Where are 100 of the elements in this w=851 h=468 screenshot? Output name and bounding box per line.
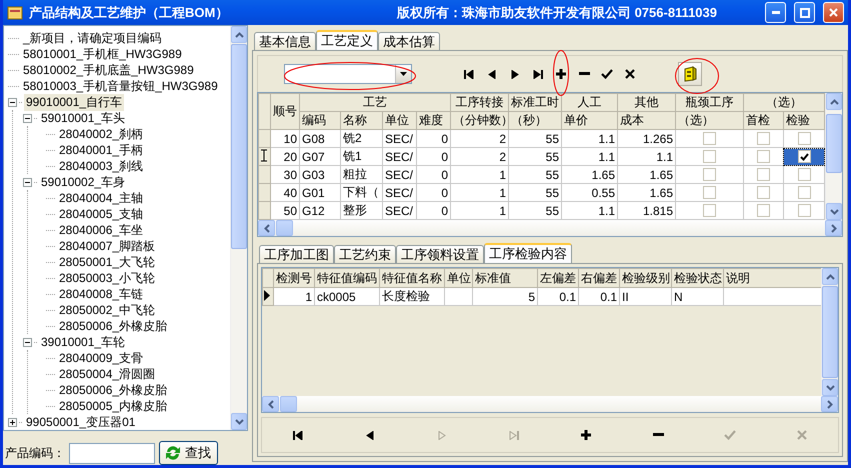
tab[interactable]: 工序领料设置 xyxy=(396,245,484,263)
tab[interactable]: 成本估算 xyxy=(378,32,440,50)
tree-item[interactable]: 28050006_外橡皮胎 xyxy=(57,318,170,334)
checkbox[interactable] xyxy=(798,204,810,217)
annotation-ellipse xyxy=(675,58,719,94)
table-cell: 1 xyxy=(450,184,508,202)
checkbox[interactable] xyxy=(798,168,810,181)
table-cell: 0 xyxy=(416,130,450,148)
scrollbar-thumb[interactable] xyxy=(276,220,293,236)
table-cell: N xyxy=(672,288,724,306)
table-cell: 整形 xyxy=(340,202,382,220)
first-record-icon xyxy=(293,430,303,440)
table-cell: 0 xyxy=(416,184,450,202)
current-row-icon xyxy=(263,290,271,300)
tree-item[interactable]: 28040002_刹柄 xyxy=(57,126,146,142)
product-code-field[interactable] xyxy=(69,442,155,464)
checkbox[interactable] xyxy=(703,204,716,217)
refresh-icon xyxy=(164,444,182,462)
vertical-scrollbar[interactable] xyxy=(825,93,842,220)
table-cell: G03 xyxy=(300,166,340,184)
table-cell: 40 xyxy=(270,184,300,202)
tab[interactable]: 基本信息 xyxy=(254,32,316,50)
find-button[interactable]: 查找 xyxy=(159,441,218,465)
tree-item[interactable]: 58010001_手机框_HW3G989 xyxy=(21,46,184,62)
tree-item[interactable]: 99010001_自行车 xyxy=(24,94,124,110)
confirm-icon xyxy=(724,430,736,440)
tree-item[interactable]: 28050002_中飞轮 xyxy=(57,302,158,318)
table-cell: 50 xyxy=(270,202,300,220)
checkbox[interactable] xyxy=(757,186,770,199)
horizontal-scrollbar[interactable] xyxy=(262,396,838,412)
scrollbar-thumb[interactable] xyxy=(280,396,297,412)
cancel-icon xyxy=(625,69,635,79)
annotation-ellipse xyxy=(553,50,569,96)
tree-item[interactable]: 28040004_主轴 xyxy=(57,190,146,206)
tree-item[interactable]: 28050003_小飞轮 xyxy=(57,270,158,286)
row-header[interactable] xyxy=(258,148,270,166)
table-cell: 0 xyxy=(416,166,450,184)
checkbox[interactable] xyxy=(757,168,770,181)
tree-item[interactable]: 28040003_刹线 xyxy=(57,158,146,174)
tree-item[interactable]: 28050006_外橡皮胎 xyxy=(57,382,170,398)
tree-item[interactable]: _新项目，请确定项目编码 xyxy=(21,30,164,46)
cabinet-button[interactable] xyxy=(678,62,702,86)
checkbox[interactable] xyxy=(703,150,716,163)
checkbox[interactable] xyxy=(798,186,810,199)
column-header: （选） xyxy=(676,112,744,130)
dropdown[interactable] xyxy=(284,64,412,84)
collapse-icon[interactable] xyxy=(23,178,32,186)
tree-item[interactable]: 28040008_车链 xyxy=(57,286,146,302)
collapse-icon[interactable] xyxy=(8,98,17,106)
tree-item[interactable]: 28040009_支骨 xyxy=(57,350,146,366)
checkbox[interactable] xyxy=(798,132,810,145)
checkbox[interactable] xyxy=(757,132,770,145)
tree-item[interactable]: 28040001_手柄 xyxy=(57,142,146,158)
checkbox[interactable] xyxy=(703,132,716,145)
tree-item[interactable]: 59010001_车头 xyxy=(39,110,128,126)
table-cell: ck0005 xyxy=(314,288,380,306)
table-cell: SEC/ xyxy=(382,202,416,220)
copyright-text: 版权所有：珠海市助友软件开发有限公司 0756-8111039 xyxy=(396,4,717,22)
checkbox[interactable] xyxy=(757,204,770,217)
checkbox[interactable] xyxy=(703,168,716,181)
tree-item[interactable]: 58010003_手机音量按钮_HW3G989 xyxy=(21,78,220,94)
tab[interactable]: 工序检验内容 xyxy=(484,243,572,263)
tab[interactable]: 工艺定义 xyxy=(316,30,378,50)
tree-item[interactable]: 28050004_滑圆圈 xyxy=(57,366,158,382)
tree-item[interactable]: 28050001_大飞轮 xyxy=(57,254,158,270)
tree-item[interactable]: 28050005_内橡皮胎 xyxy=(57,398,170,414)
table-cell: 10 xyxy=(270,130,300,148)
checkbox[interactable] xyxy=(798,150,810,163)
horizontal-scrollbar[interactable] xyxy=(258,220,842,236)
expand-icon[interactable] xyxy=(8,418,17,426)
vertical-scrollbar[interactable] xyxy=(230,26,247,430)
table-cell: G07 xyxy=(300,148,340,166)
tree-item[interactable]: 28040007_脚踏板 xyxy=(57,238,158,254)
collapse-icon[interactable] xyxy=(23,114,32,122)
tree-item[interactable]: 39010001_车轮 xyxy=(39,334,128,350)
close-button[interactable] xyxy=(823,2,844,23)
checkbox[interactable] xyxy=(703,186,716,199)
tree-item[interactable]: 28040006_车坐 xyxy=(57,222,146,238)
column-header: 其他 xyxy=(618,94,676,112)
column-header: 右偏差 xyxy=(578,268,620,288)
collapse-icon[interactable] xyxy=(23,338,32,346)
previous-icon xyxy=(488,70,496,78)
table-cell: 30 xyxy=(270,166,300,184)
tab[interactable]: 工序加工图 xyxy=(259,245,334,263)
tree-item[interactable]: 59010002_车身 xyxy=(39,174,128,190)
table-cell: 55 xyxy=(508,130,562,148)
minimize-button[interactable] xyxy=(765,2,786,23)
tree-item[interactable]: 28040005_支轴 xyxy=(57,206,146,222)
tab[interactable]: 工艺约束 xyxy=(334,245,396,263)
tree-item[interactable]: 99050001_变压器01 xyxy=(24,414,138,430)
table-cell: SEC/ xyxy=(382,130,416,148)
vertical-scrollbar[interactable] xyxy=(821,268,838,396)
row-header[interactable] xyxy=(262,288,274,306)
cabinet-icon xyxy=(683,66,697,82)
table-cell: 0 xyxy=(416,202,450,220)
maximize-button[interactable] xyxy=(794,2,815,23)
tree-item[interactable]: 58010002_手机底盖_HW3G989 xyxy=(21,62,196,78)
previous-icon xyxy=(366,430,374,440)
checkbox[interactable] xyxy=(757,150,770,163)
table-cell: 下料（ xyxy=(340,184,382,202)
